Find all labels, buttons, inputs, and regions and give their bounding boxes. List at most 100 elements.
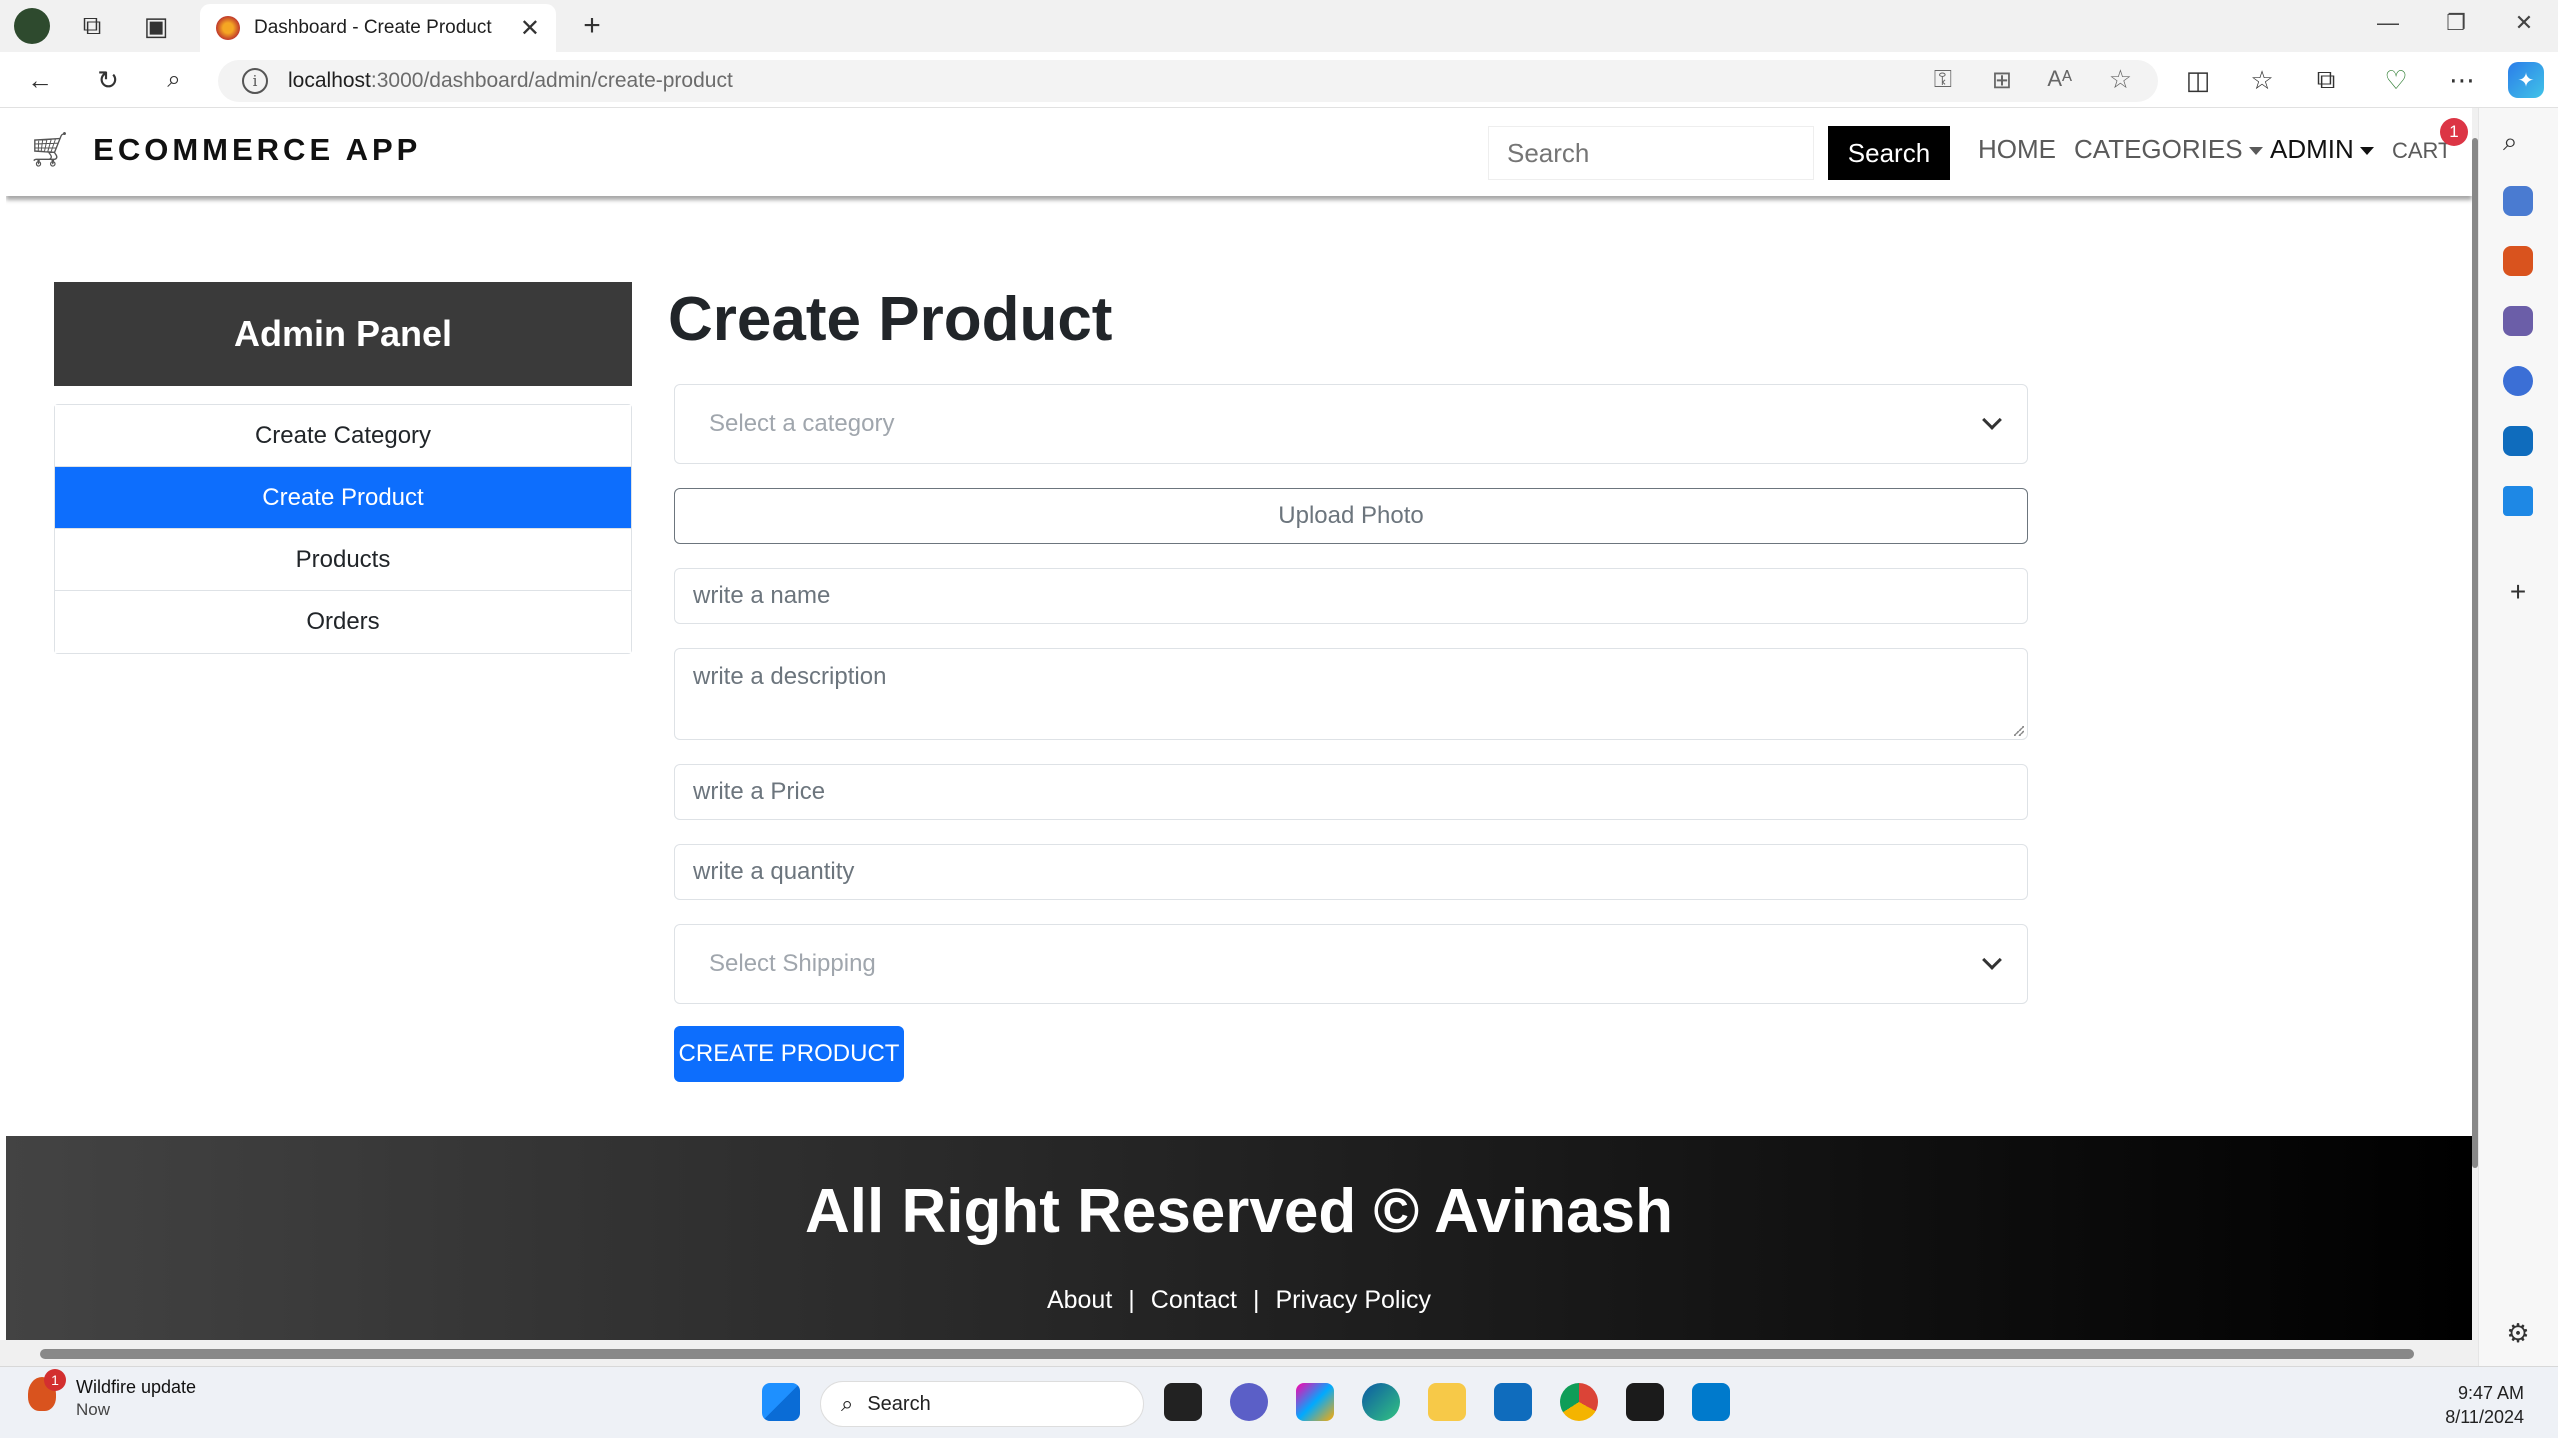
tab-title: Dashboard - Create Product: [254, 17, 492, 38]
notification-count-badge: 1: [44, 1369, 66, 1391]
footer-privacy-link[interactable]: Privacy Policy: [1275, 1286, 1431, 1315]
admin-menu-products[interactable]: Products: [55, 529, 631, 591]
tab-close-icon[interactable]: ✕: [520, 14, 540, 43]
more-menu-icon[interactable]: ⋯: [2444, 62, 2480, 98]
price-field-placeholder: write a Price: [693, 778, 826, 805]
back-icon[interactable]: ←: [22, 62, 58, 98]
tools-icon[interactable]: [2503, 246, 2533, 276]
admin-menu: Create Category Create Product Products …: [54, 404, 632, 654]
brand[interactable]: 🛒︎ ECOMMERCE APP: [28, 130, 421, 170]
profile-avatar[interactable]: [14, 8, 50, 44]
site-info-icon[interactable]: i: [242, 68, 268, 94]
taskbar-search[interactable]: ⌕ Search: [820, 1381, 1144, 1427]
outlook-icon[interactable]: [2503, 426, 2533, 456]
vscode-icon[interactable]: [1692, 1383, 1730, 1421]
search-input[interactable]: [1488, 126, 1814, 180]
add-sidebar-app-icon[interactable]: +: [2503, 576, 2533, 607]
refresh-icon[interactable]: ↻: [90, 62, 126, 98]
vertical-tabs-icon[interactable]: ▣: [140, 10, 172, 42]
chevron-down-icon: [1982, 950, 2002, 970]
horizontal-scrollbar-thumb[interactable]: [40, 1349, 2414, 1359]
horizontal-scrollbar[interactable]: [0, 1340, 2478, 1366]
shopping-cart-icon: 🛒︎: [28, 131, 72, 169]
file-explorer-icon[interactable]: [1428, 1383, 1466, 1421]
nav-cart[interactable]: CART: [2392, 138, 2452, 164]
sidebar-settings-icon[interactable]: ⚙: [2503, 1318, 2533, 1348]
admin-menu-create-product[interactable]: Create Product: [55, 467, 631, 529]
resize-handle-icon[interactable]: [2014, 726, 2024, 736]
nav-home[interactable]: HOME: [1978, 134, 2056, 165]
search-button[interactable]: Search: [1828, 126, 1950, 180]
favorites-icon[interactable]: ☆: [2244, 62, 2280, 98]
system-clock[interactable]: 9:47 AM 8/11/2024: [2420, 1381, 2524, 1429]
games-icon[interactable]: [2503, 306, 2533, 336]
workspaces-icon[interactable]: ⧉: [76, 10, 108, 42]
minimize-icon[interactable]: —: [2368, 10, 2408, 36]
category-select[interactable]: Select a category: [674, 384, 2028, 464]
chevron-down-icon: [1982, 410, 2002, 430]
price-field[interactable]: write a Price: [674, 764, 2028, 820]
sidebar-search-icon[interactable]: ⌕: [2503, 126, 2533, 156]
edge-icon[interactable]: [1362, 1383, 1400, 1421]
terminal-icon[interactable]: [1626, 1383, 1664, 1421]
search-icon[interactable]: ⌕: [156, 62, 192, 98]
copilot-app-icon[interactable]: [1296, 1383, 1334, 1421]
footer-contact-link[interactable]: Contact: [1151, 1286, 1237, 1315]
favorite-star-icon[interactable]: ☆: [2109, 64, 2132, 95]
create-product-button[interactable]: CREATE PRODUCT: [674, 1026, 904, 1082]
fire-icon: 1: [28, 1369, 66, 1411]
nav-admin-dropdown[interactable]: ADMIN: [2270, 134, 2374, 165]
site-header: 🛒︎ ECOMMERCE APP Search HOME CATEGORIES …: [6, 108, 2472, 196]
restore-icon[interactable]: ❐: [2436, 10, 2476, 36]
admin-menu-create-category[interactable]: Create Category: [55, 405, 631, 467]
url-host: localhost: [288, 69, 371, 92]
tab-dashboard[interactable]: Dashboard - Create Product ✕: [200, 4, 556, 52]
browser-toolbar: ← ↻ ⌕ i localhost:3000/dashboard/admin/c…: [0, 52, 2558, 108]
collections-icon[interactable]: ⧉: [2308, 62, 2344, 98]
task-view-icon[interactable]: [1164, 1383, 1202, 1421]
meet-icon[interactable]: [1230, 1383, 1268, 1421]
footer-separator: |: [1252, 1286, 1260, 1314]
page-viewport: 🛒︎ ECOMMERCE APP Search HOME CATEGORIES …: [6, 108, 2472, 1340]
tab-favicon-icon: [216, 16, 240, 40]
copilot-icon[interactable]: ✦: [2508, 62, 2544, 98]
mail-icon[interactable]: [1494, 1383, 1532, 1421]
wildfire-notification[interactable]: 1 Wildfire update Now: [28, 1369, 197, 1420]
clock-date: 8/11/2024: [2445, 1407, 2524, 1427]
shopping-tag-icon[interactable]: [2503, 186, 2533, 216]
edge-sidebar: ⌕ + ⚙: [2478, 108, 2558, 1366]
nav-admin-label: ADMIN: [2270, 134, 2354, 164]
new-tab-icon[interactable]: +: [574, 8, 610, 44]
browser-essentials-icon[interactable]: ♡: [2378, 62, 2414, 98]
taskbar-search-label: Search: [867, 1392, 931, 1415]
chrome-icon[interactable]: [1560, 1383, 1598, 1421]
notification-time: Now: [76, 1400, 111, 1419]
clock-time: 9:47 AM: [2457, 1383, 2524, 1403]
admin-menu-orders[interactable]: Orders: [55, 591, 631, 653]
upload-photo-button[interactable]: Upload Photo: [674, 488, 2028, 544]
split-screen-icon[interactable]: ◫: [2180, 62, 2216, 98]
address-bar[interactable]: i localhost:3000/dashboard/admin/create-…: [218, 60, 2158, 102]
copilot-sidebar-icon[interactable]: [2503, 366, 2533, 396]
name-field[interactable]: write a name: [674, 568, 2028, 624]
caret-down-icon: [2248, 147, 2263, 156]
notification-title: Wildfire update: [76, 1377, 197, 1397]
windows-start-icon[interactable]: [762, 1383, 800, 1421]
shipping-select[interactable]: Select Shipping: [674, 924, 2028, 1004]
send-icon[interactable]: [2503, 486, 2533, 516]
footer-links: About | Contact | Privacy Policy: [6, 1286, 2472, 1315]
description-field[interactable]: write a description: [674, 648, 2028, 740]
site-footer: All Right Reserved © Avinash About | Con…: [6, 1136, 2472, 1340]
upload-photo-label: Upload Photo: [1278, 502, 1424, 529]
admin-panel-title: Admin Panel: [54, 282, 632, 386]
nav-categories-dropdown[interactable]: CATEGORIES: [2074, 134, 2263, 165]
footer-separator: |: [1128, 1286, 1135, 1314]
key-icon[interactable]: ⚿: [1934, 66, 1952, 94]
apps-icon[interactable]: ⊞: [1992, 66, 2012, 95]
footer-about-link[interactable]: About: [1047, 1286, 1112, 1315]
window-close-icon[interactable]: ✕: [2504, 10, 2544, 36]
quantity-field[interactable]: write a quantity: [674, 844, 2028, 900]
page-title: Create Product: [668, 285, 1113, 354]
read-aloud-icon[interactable]: Aᴬ: [2047, 66, 2072, 92]
nav-categories-label: CATEGORIES: [2074, 134, 2243, 164]
